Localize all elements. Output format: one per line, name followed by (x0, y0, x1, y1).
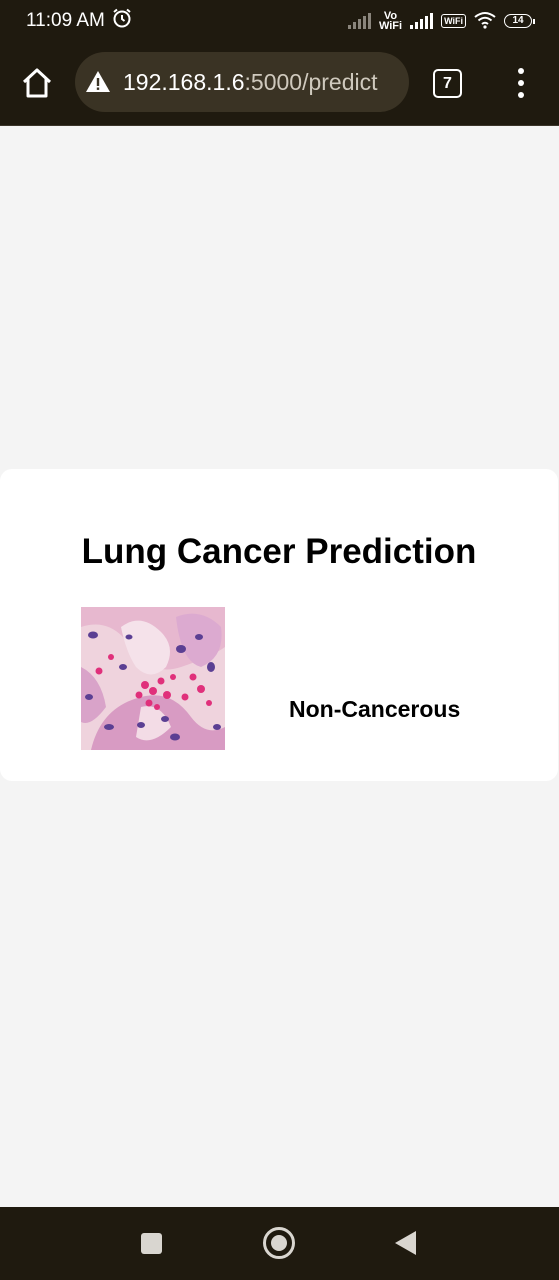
url-text[interactable]: 192.168.1.6:5000/predict (123, 69, 378, 96)
histology-image (81, 607, 225, 750)
system-navigation-bar (0, 1207, 559, 1280)
status-left: 11:09 AM (26, 7, 133, 35)
page-title: Lung Cancer Prediction (81, 532, 477, 571)
battery-level: 14 (504, 14, 532, 28)
home-icon[interactable] (20, 66, 54, 100)
prediction-result: Non-Cancerous (289, 696, 461, 722)
triangle-back-icon[interactable] (395, 1231, 416, 1255)
tab-switcher-button[interactable]: 7 (433, 69, 462, 98)
signal-strength-icon-sim1 (347, 13, 371, 29)
circle-icon[interactable] (263, 1227, 295, 1259)
browser-toolbar: 192.168.1.6:5000/predict 7 (0, 42, 559, 126)
wifi-calling-badge: WiFi (441, 14, 466, 28)
vowifi-indicator: Vo WiFi (378, 10, 403, 32)
square-icon[interactable] (141, 1233, 162, 1254)
signal-strength-icon-sim2 (410, 13, 434, 29)
status-bar: 11:09 AM Vo WiFi WiFi 14 (0, 0, 559, 42)
status-time: 11:09 AM (26, 10, 105, 31)
status-right: Vo WiFi WiFi 14 (347, 10, 535, 32)
battery-icon: 14 (504, 14, 535, 28)
url-host: 192.168.1.6 (123, 68, 245, 95)
address-bar[interactable]: 192.168.1.6:5000/predict (75, 52, 409, 112)
prediction-card: Lung Cancer Prediction Non-Cancerous (0, 469, 558, 781)
page-content: Lung Cancer Prediction Non-Cancerous (0, 127, 559, 1206)
more-options-icon[interactable] (513, 68, 529, 98)
wifi-icon (474, 11, 496, 32)
warning-icon[interactable] (85, 69, 111, 95)
alarm-clock-icon (111, 7, 133, 35)
url-path: :5000/predict (244, 68, 378, 95)
